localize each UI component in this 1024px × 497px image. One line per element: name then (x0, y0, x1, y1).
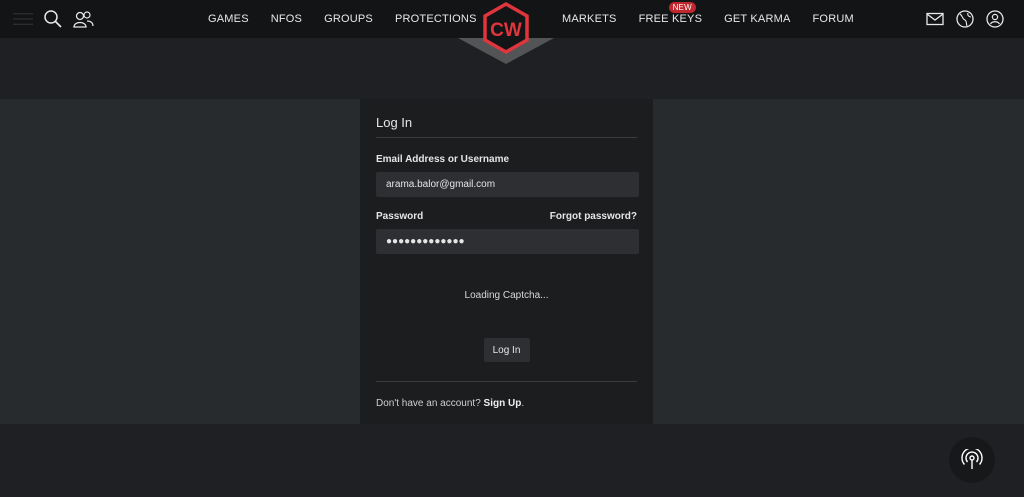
floating-broadcast-button[interactable] (949, 437, 995, 483)
login-button[interactable]: Log In (483, 338, 530, 362)
nav-free-keys-label: FREE KEYS (638, 13, 703, 25)
new-badge: NEW (668, 2, 696, 13)
forgot-password-link[interactable]: Forgot password? (550, 211, 637, 222)
nav-markets[interactable]: MARKETS (551, 13, 628, 25)
signup-line: Don't have an account? Sign Up. (376, 398, 637, 409)
captcha-status: Loading Captcha... (464, 290, 549, 301)
login-panel: Log In Email Address or Username Passwor… (360, 99, 653, 424)
nav-groups[interactable]: GROUPS (313, 13, 384, 25)
nav-links-right: MARKETS FREE KEYS NEW GET KARMA FORUM (551, 0, 865, 38)
email-input[interactable] (376, 172, 639, 197)
nav-forum[interactable]: FORUM (802, 13, 865, 25)
user-icon[interactable] (984, 8, 1006, 30)
nav-left-icons (12, 8, 94, 30)
login-title: Log In (376, 115, 637, 138)
password-label: Password (376, 211, 424, 222)
nav-right-icons (924, 8, 1006, 30)
globe-icon[interactable] (954, 8, 976, 30)
email-label: Email Address or Username (376, 154, 510, 165)
broadcast-icon (961, 449, 983, 469)
nav-nfos[interactable]: NFOS (260, 13, 313, 25)
signup-link[interactable]: Sign Up (484, 398, 522, 409)
nav-links-left: GAMES NFOS GROUPS PROTECTIONS (197, 0, 488, 38)
site-logo[interactable]: CW (458, 0, 554, 64)
logo-text: CW (490, 20, 522, 41)
nav-games[interactable]: GAMES (197, 13, 260, 25)
password-label-row: Password Forgot password? (376, 211, 637, 222)
divider (376, 381, 637, 382)
password-input[interactable] (376, 229, 639, 254)
no-account-text: Don't have an account? (376, 398, 481, 409)
nav-free-keys[interactable]: FREE KEYS NEW (628, 2, 714, 25)
users-icon[interactable] (72, 8, 94, 30)
nav-get-karma[interactable]: GET KARMA (713, 13, 801, 25)
mail-icon[interactable] (924, 8, 946, 30)
search-icon[interactable] (42, 8, 64, 30)
signup-suffix: . (521, 398, 525, 409)
menu-icon[interactable] (12, 8, 34, 30)
